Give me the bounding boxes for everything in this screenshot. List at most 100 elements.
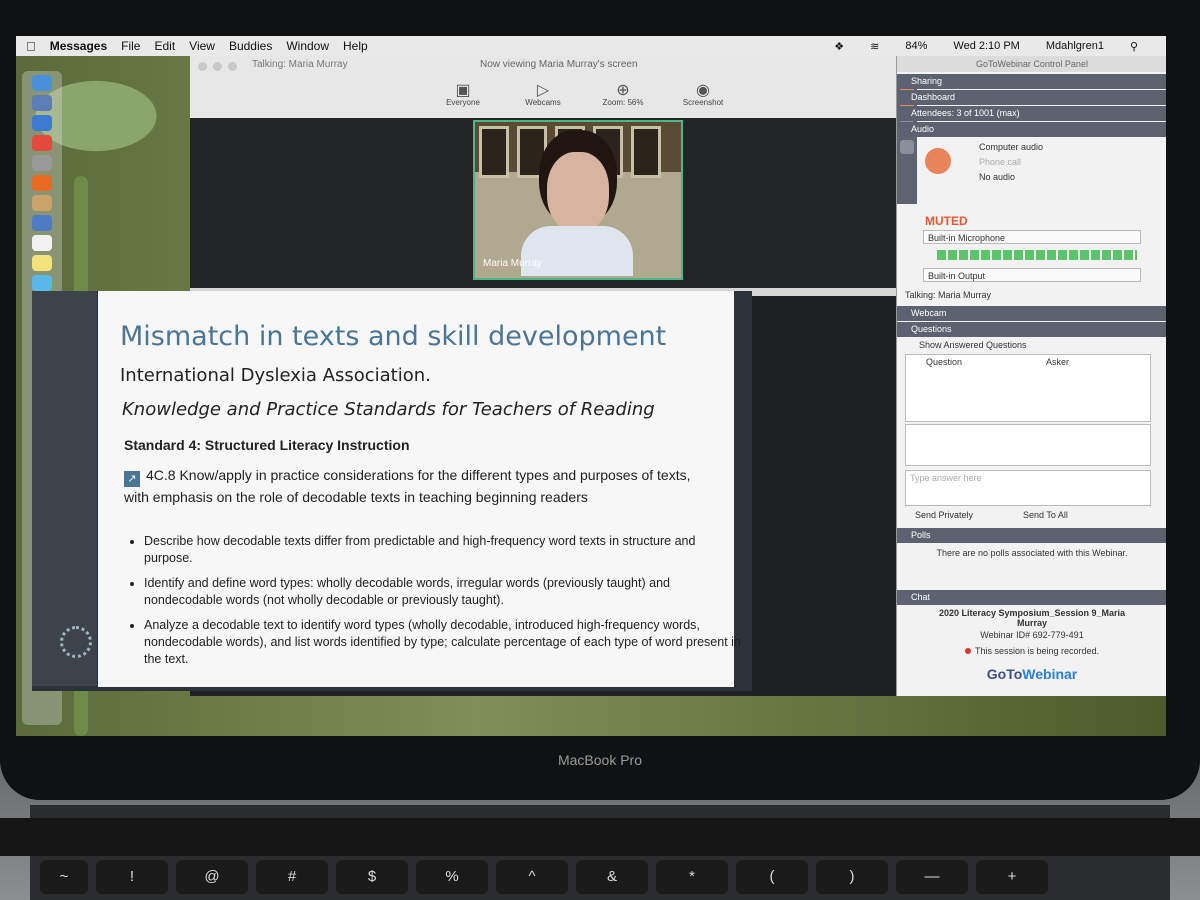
slide-bullets: Describe how decodable texts differ from… — [124, 533, 744, 676]
mute-toggle-icon[interactable] — [925, 148, 951, 174]
session-name: 2020 Literacy Symposium_Session 9_Maria … — [938, 608, 1126, 628]
show-answered-checkbox[interactable]: Show Answered Questions — [919, 340, 1027, 350]
zoom-window-icon[interactable] — [228, 62, 237, 71]
send-privately-button[interactable]: Send Privately — [915, 510, 973, 520]
column-question[interactable]: Question — [926, 357, 962, 367]
send-to-all-button[interactable]: Send To All — [1023, 510, 1068, 520]
audio-option-phone[interactable]: Phone call — [979, 157, 1021, 167]
key[interactable]: — — [896, 860, 968, 894]
key[interactable]: # — [256, 860, 328, 894]
tool-label: Webcams — [525, 98, 561, 107]
apple-icon[interactable]:  — [26, 39, 36, 54]
clock[interactable]: Wed 2:10 PM — [953, 40, 1019, 52]
screen-icon[interactable] — [900, 140, 914, 154]
section-polls[interactable]: Polls — [897, 528, 1166, 543]
recording-text: This session is being recorded. — [974, 646, 1100, 656]
link-arrow-icon: ↗ — [124, 471, 140, 487]
wifi-icon[interactable]: ≋ — [870, 40, 879, 53]
column-asker[interactable]: Asker — [1046, 357, 1069, 367]
webcam-name: Maria Murray — [483, 258, 542, 269]
brand-part-1: GoTo — [986, 666, 1023, 682]
microphone-select[interactable]: Built-in Microphone — [923, 230, 1141, 244]
answer-placeholder: Type answer here — [910, 473, 982, 483]
audio-option-none[interactable]: No audio — [979, 172, 1015, 182]
mail-icon[interactable] — [32, 215, 52, 231]
menu-edit[interactable]: Edit — [154, 39, 175, 53]
app-name[interactable]: Messages — [50, 39, 107, 53]
control-panel: GoToWebinar Control Panel Sharing Dashbo… — [896, 56, 1166, 696]
panel-title: GoToWebinar Control Panel — [897, 56, 1166, 72]
talking-title: Talking: Maria Murray — [252, 59, 348, 70]
frame — [479, 126, 509, 178]
zoom-icon: ⊕ — [616, 82, 630, 99]
calendar-icon[interactable] — [32, 235, 52, 251]
answer-area[interactable] — [905, 424, 1151, 466]
brand-part-2: Webinar — [1022, 666, 1078, 682]
section-dashboard[interactable]: Dashboard — [897, 90, 1166, 105]
answer-input[interactable]: Type answer here — [905, 470, 1151, 506]
app-icon[interactable] — [32, 275, 52, 291]
menu-view[interactable]: View — [189, 39, 215, 53]
section-questions[interactable]: Questions — [897, 322, 1166, 337]
output-select[interactable]: Built-in Output — [923, 268, 1141, 282]
number-key-row: ~ ! @ # $ % ^ & * ( ) — + — [40, 860, 1048, 894]
frame — [517, 126, 547, 178]
key[interactable]: * — [656, 860, 728, 894]
key[interactable]: ~ — [40, 860, 88, 894]
key[interactable]: ( — [736, 860, 808, 894]
key[interactable]: ! — [96, 860, 168, 894]
webcam-feed[interactable]: Maria Murray — [473, 120, 683, 280]
chrome-icon[interactable] — [32, 135, 52, 151]
zoom-button[interactable]: ⊕ Zoom: 56% — [588, 80, 658, 107]
slide-standard: Standard 4: Structured Literacy Instruct… — [124, 437, 410, 453]
tool-label: Zoom: 56% — [602, 98, 644, 107]
section-chat[interactable]: Chat — [897, 590, 1166, 605]
app-icon[interactable] — [32, 155, 52, 171]
firefox-icon[interactable] — [32, 175, 52, 191]
section-audio[interactable]: Audio — [897, 122, 1166, 137]
key[interactable]: + — [976, 860, 1048, 894]
screenshot-button[interactable]: ◉ Screenshot — [668, 80, 738, 107]
section-attendees[interactable]: Attendees: 3 of 1001 (max) — [897, 106, 1166, 121]
minimize-icon[interactable] — [213, 62, 222, 71]
menu-file[interactable]: File — [121, 39, 140, 53]
viewer-toolbar: Talking: Maria Murray Now viewing Maria … — [190, 56, 922, 119]
recording-notice: This session is being recorded. — [897, 646, 1166, 656]
audio-option-computer[interactable]: Computer audio — [979, 142, 1043, 152]
key[interactable]: & — [576, 860, 648, 894]
dropbox-icon[interactable]: ❖ — [834, 40, 844, 53]
notes-icon[interactable] — [32, 255, 52, 271]
user-name[interactable]: Mdahlgren1 — [1046, 40, 1104, 52]
webinar-id: Webinar ID# 692-779-491 — [980, 630, 1084, 640]
menu-window[interactable]: Window — [286, 39, 329, 53]
finder-icon[interactable] — [32, 75, 52, 91]
key[interactable]: ^ — [496, 860, 568, 894]
tool-label: Everyone — [446, 98, 480, 107]
safari-icon[interactable] — [32, 115, 52, 131]
viewing-title: Now viewing Maria Murray's screen — [480, 59, 638, 70]
bullet: Identify and define word types: wholly d… — [144, 575, 744, 609]
key[interactable]: ) — [816, 860, 888, 894]
battery-percent[interactable]: 84% — [905, 40, 927, 52]
key[interactable]: $ — [336, 860, 408, 894]
bullet: Describe how decodable texts differ from… — [144, 533, 744, 567]
gotowebinar-logo: GoToWebinar — [897, 666, 1166, 682]
section-sharing[interactable]: Sharing — [897, 74, 1166, 89]
talking-label: Talking: Maria Murray — [905, 290, 992, 300]
recording-icon — [964, 648, 971, 654]
key[interactable]: % — [416, 860, 488, 894]
slide: Mismatch in texts and skill development … — [98, 291, 741, 687]
webcams-button[interactable]: ▷ Webcams — [508, 80, 578, 107]
section-webcam[interactable]: Webcam — [897, 306, 1166, 321]
questions-table[interactable]: Question Asker — [905, 354, 1151, 422]
camera-icon: ▷ — [536, 82, 550, 99]
polls-message: There are no polls associated with this … — [936, 548, 1128, 558]
menu-buddies[interactable]: Buddies — [229, 39, 272, 53]
menu-help[interactable]: Help — [343, 39, 368, 53]
close-icon[interactable] — [198, 62, 207, 71]
everyone-button[interactable]: ▣ Everyone — [428, 80, 498, 107]
app-icon[interactable] — [32, 195, 52, 211]
spotlight-icon[interactable]: ⚲ — [1130, 40, 1138, 53]
launchpad-icon[interactable] — [32, 95, 52, 111]
key[interactable]: @ — [176, 860, 248, 894]
